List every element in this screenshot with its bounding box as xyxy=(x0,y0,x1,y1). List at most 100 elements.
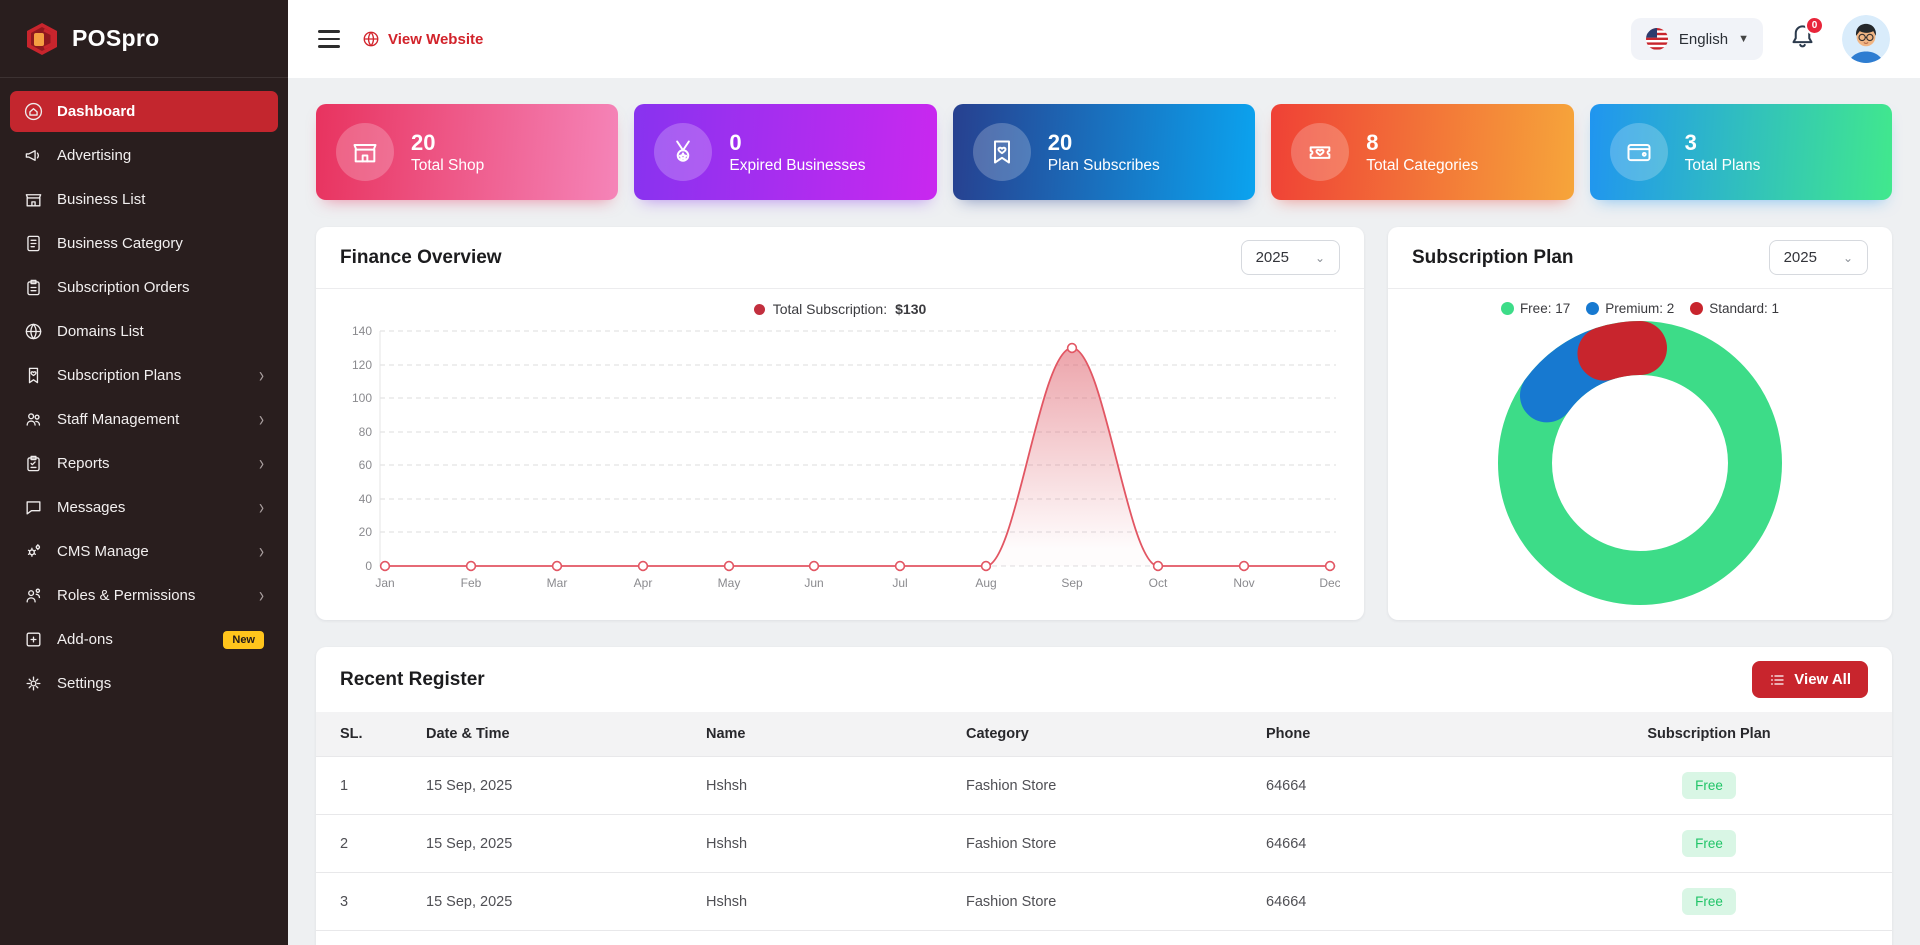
svg-text:Nov: Nov xyxy=(1233,576,1254,590)
finance-area-chart[interactable]: 140 120 100 80 60 40 20 0 xyxy=(340,321,1340,593)
legend-dot xyxy=(754,304,765,315)
legend-value: $130 xyxy=(895,301,926,317)
sidebar-item-dashboard[interactable]: Dashboard xyxy=(10,91,278,132)
stat-label: Total Categories xyxy=(1366,157,1478,175)
sidebar-item-add-ons[interactable]: Add-ons New xyxy=(10,619,278,660)
sidebar-item-label: Roles & Permissions xyxy=(57,587,195,604)
svg-text:Mar: Mar xyxy=(547,576,568,590)
svg-text:Jul: Jul xyxy=(892,576,907,590)
svg-text:140: 140 xyxy=(352,324,372,338)
cell-category: Fashion Store xyxy=(966,873,1266,931)
subscription-donut-chart[interactable] xyxy=(1497,320,1783,606)
stat-card-total-shop[interactable]: 20 Total Shop xyxy=(316,104,618,200)
stat-card-plan-subscribes[interactable]: 20 Plan Subscribes xyxy=(953,104,1255,200)
sidebar-item-domains-list[interactable]: Domains List xyxy=(10,311,278,352)
legend-premium: Premium: 2 xyxy=(1605,301,1674,316)
stat-value: 3 xyxy=(1685,129,1761,157)
sidebar-item-messages[interactable]: Messages › xyxy=(10,487,278,528)
svg-text:0: 0 xyxy=(365,559,372,573)
table-row[interactable]: 4 15 Sep, 2025 Janith Shoo Restaurant 07… xyxy=(316,931,1892,945)
stat-label: Total Plans xyxy=(1685,157,1761,175)
legend-dot-free xyxy=(1501,302,1514,315)
ticket-heart-icon xyxy=(1291,123,1349,181)
topbar: View Website English ▼ 0 xyxy=(288,0,1920,78)
cell-name: Hshsh xyxy=(706,757,966,815)
sidebar-item-roles-permissions[interactable]: Roles & Permissions › xyxy=(10,575,278,616)
sidebar-item-business-list[interactable]: Business List xyxy=(10,179,278,220)
plus-square-icon xyxy=(24,630,43,649)
cell-phone: 0712137298 xyxy=(1266,931,1526,945)
cell-category: Fashion Store xyxy=(966,757,1266,815)
table-row[interactable]: 3 15 Sep, 2025 Hshsh Fashion Store 64664… xyxy=(316,873,1892,931)
chevron-right-icon: › xyxy=(259,497,264,518)
col-header-category: Category xyxy=(966,712,1266,757)
sidebar: POSpro Dashboard Advertising Business Li… xyxy=(0,0,288,945)
finance-year-select[interactable]: 2025 ⌄ xyxy=(1241,240,1340,275)
stat-label: Expired Businesses xyxy=(729,157,865,175)
svg-text:80: 80 xyxy=(359,425,373,439)
finance-overview-panel: Finance Overview 2025 ⌄ Total Subscripti… xyxy=(316,227,1364,620)
sidebar-item-label: Subscription Plans xyxy=(57,367,181,384)
sidebar-item-staff-management[interactable]: Staff Management › xyxy=(10,399,278,440)
avatar[interactable] xyxy=(1842,15,1890,63)
sidebar-item-cms-manage[interactable]: CMS Manage › xyxy=(10,531,278,572)
sidebar-item-reports[interactable]: Reports › xyxy=(10,443,278,484)
report-icon xyxy=(24,454,43,473)
sidebar-item-subscription-orders[interactable]: Subscription Orders xyxy=(10,267,278,308)
table-row[interactable]: 2 15 Sep, 2025 Hshsh Fashion Store 64664… xyxy=(316,815,1892,873)
table-header-row: SL. Date & Time Name Category Phone Subs… xyxy=(316,712,1892,757)
stat-card-expired-businesses[interactable]: 0 Expired Businesses xyxy=(634,104,936,200)
sidebar-item-label: Settings xyxy=(57,675,111,692)
stat-card-total-categories[interactable]: 8 Total Categories xyxy=(1271,104,1573,200)
stat-value: 20 xyxy=(1048,129,1160,157)
sidebar-item-business-category[interactable]: Business Category xyxy=(10,223,278,264)
plan-badge: Free xyxy=(1682,888,1736,915)
language-selector[interactable]: English ▼ xyxy=(1631,18,1763,60)
plan-badge: Free xyxy=(1682,830,1736,857)
cell-name: Hshsh xyxy=(706,815,966,873)
subscription-title: Subscription Plan xyxy=(1412,247,1574,269)
notifications-button[interactable]: 0 xyxy=(1789,23,1816,55)
new-badge: New xyxy=(223,631,264,649)
subscription-plan-panel: Subscription Plan 2025 ⌄ Free: 17 Premiu… xyxy=(1388,227,1892,620)
stat-value: 0 xyxy=(729,129,865,157)
sidebar-item-subscription-plans[interactable]: Subscription Plans › xyxy=(10,355,278,396)
stat-value: 8 xyxy=(1366,129,1478,157)
stat-card-total-plans[interactable]: 3 Total Plans xyxy=(1590,104,1892,200)
megaphone-icon xyxy=(24,146,43,165)
medal-icon xyxy=(654,123,712,181)
users-icon xyxy=(24,410,43,429)
chevron-right-icon: › xyxy=(259,453,264,474)
svg-text:120: 120 xyxy=(352,358,372,372)
cell-sl: 4 xyxy=(316,931,426,945)
cell-date: 15 Sep, 2025 xyxy=(426,757,706,815)
sidebar-item-settings[interactable]: Settings xyxy=(10,663,278,704)
legend-dot-premium xyxy=(1586,302,1599,315)
recent-register-panel: Recent Register View All SL. Date & Time… xyxy=(316,647,1892,945)
recent-register-title: Recent Register xyxy=(340,669,485,691)
home-icon xyxy=(24,102,43,121)
view-website-label: View Website xyxy=(388,31,483,48)
cell-sl: 1 xyxy=(316,757,426,815)
table-row[interactable]: 1 15 Sep, 2025 Hshsh Fashion Store 64664… xyxy=(316,757,1892,815)
svg-text:Jan: Jan xyxy=(375,576,394,590)
view-website-link[interactable]: View Website xyxy=(362,30,483,48)
col-header-sl: SL. xyxy=(316,712,426,757)
cell-category: Restaurant xyxy=(966,931,1266,945)
legend-label: Total Subscription: xyxy=(773,301,887,317)
cell-name: Janith Shoo xyxy=(706,931,966,945)
subscription-year-select[interactable]: 2025 ⌄ xyxy=(1769,240,1868,275)
cell-phone: 64664 xyxy=(1266,815,1526,873)
sidebar-item-advertising[interactable]: Advertising xyxy=(10,135,278,176)
bookmark-heart-icon xyxy=(973,123,1031,181)
chevron-right-icon: › xyxy=(259,541,264,562)
globe-icon xyxy=(362,30,380,48)
col-header-plan: Subscription Plan xyxy=(1526,712,1892,757)
chevron-right-icon: › xyxy=(259,365,264,386)
globe-icon xyxy=(24,322,43,341)
chevron-right-icon: › xyxy=(259,585,264,606)
hamburger-menu-icon[interactable] xyxy=(318,30,340,48)
finance-chart-legend: Total Subscription: $130 xyxy=(340,301,1340,317)
brand-logo[interactable]: POSpro xyxy=(0,0,288,78)
view-all-button[interactable]: View All xyxy=(1752,661,1868,698)
